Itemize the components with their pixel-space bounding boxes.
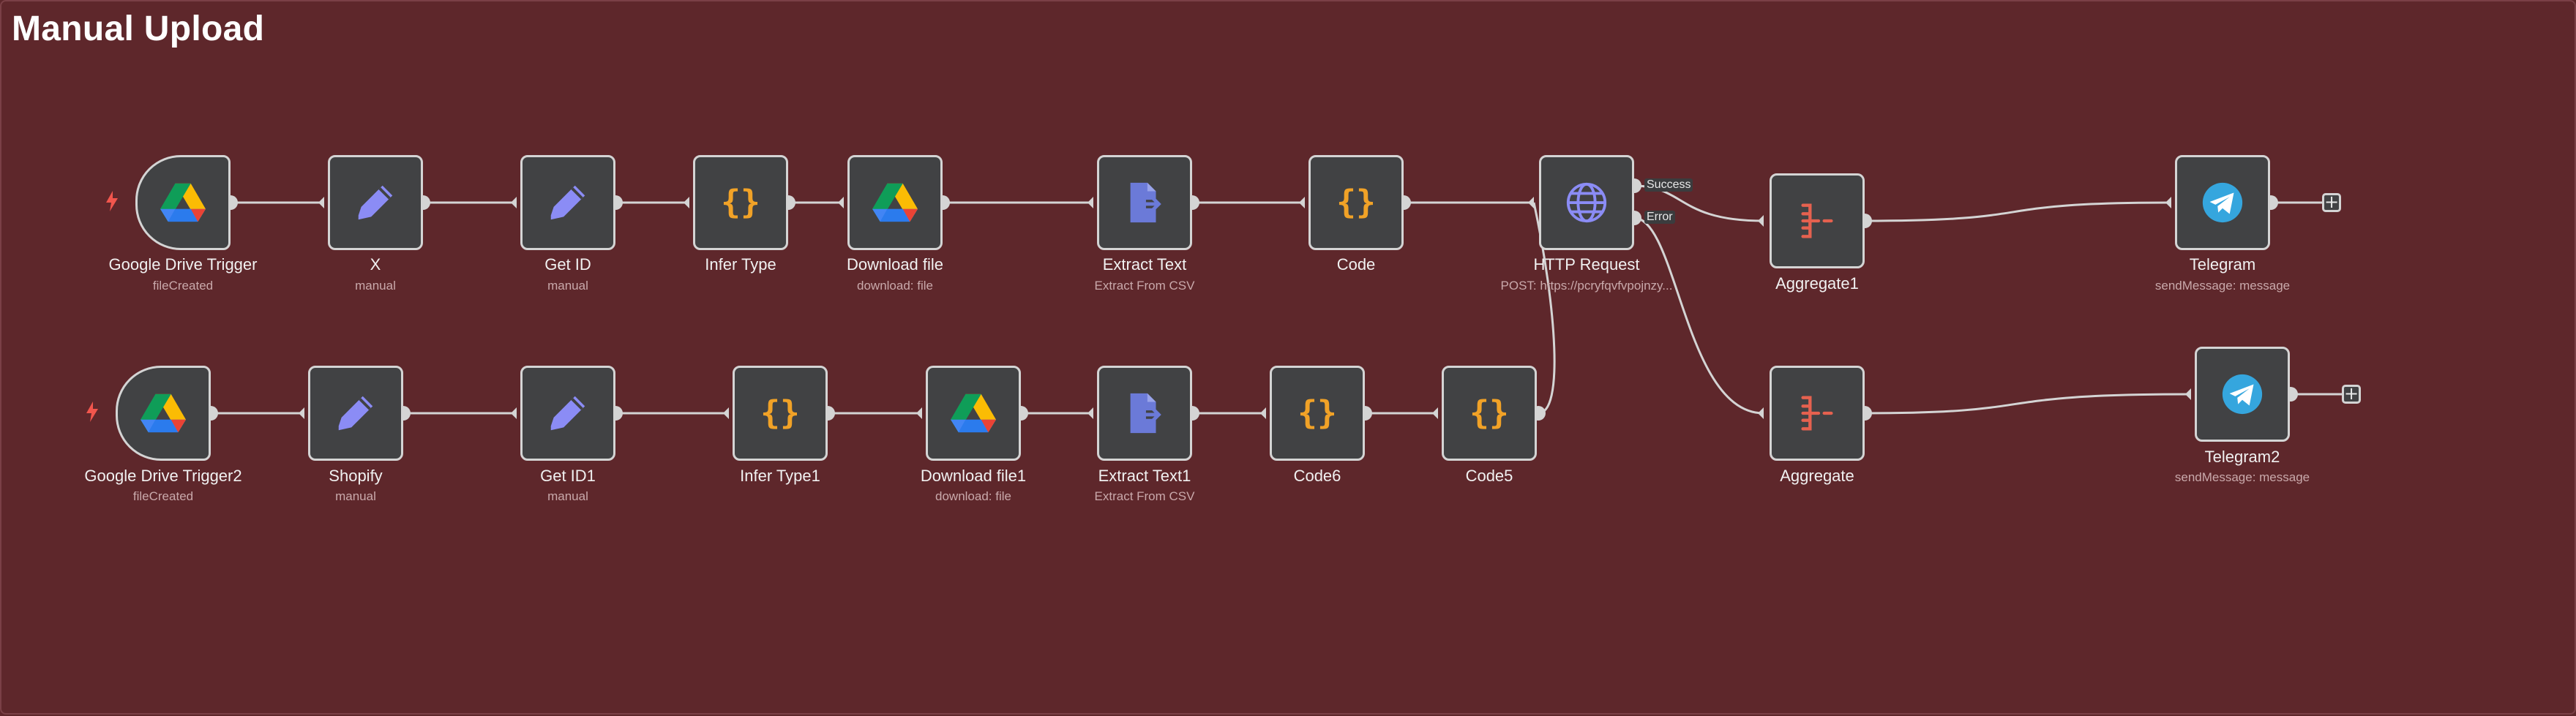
node-subtitle: Extract From CSV — [1094, 489, 1195, 503]
code-braces-icon — [1467, 391, 1512, 436]
node-infer-type1[interactable] — [733, 366, 828, 461]
node-subtitle: POST: https://pcryfqvfvpojnzy... — [1500, 279, 1673, 293]
node-telegram2[interactable] — [2195, 347, 2290, 442]
node-subtitle: manual — [547, 279, 588, 293]
node-label: Telegram2 — [2204, 448, 2280, 466]
node-label: HTTP Request — [1533, 255, 1640, 274]
node-download-file1[interactable] — [926, 366, 1021, 461]
add-node-button[interactable]: + — [2342, 385, 2361, 404]
code-braces-icon — [718, 180, 763, 225]
node-extract-text[interactable] — [1097, 155, 1192, 250]
node-download-file[interactable] — [847, 155, 943, 250]
node-infer-type[interactable] — [693, 155, 788, 250]
node-http-request[interactable] — [1539, 155, 1634, 250]
node-code5[interactable] — [1442, 366, 1537, 461]
node-label: Telegram — [2189, 255, 2256, 274]
node-subtitle: download: file — [857, 279, 933, 293]
pencil-icon — [353, 180, 398, 225]
add-node-button[interactable]: + — [2322, 193, 2341, 212]
workflow-canvas[interactable]: Manual Upload Google Drive Trigger fileC… — [0, 0, 2576, 715]
node-x[interactable] — [328, 155, 423, 250]
google-drive-icon — [951, 391, 996, 436]
trigger-bolt-icon — [105, 191, 119, 211]
edge-agg1-telegram — [1864, 201, 2172, 222]
file-export-icon — [1122, 180, 1167, 225]
success-port-label: Success — [1644, 178, 1693, 192]
globe-icon — [1564, 180, 1609, 225]
aggregate-icon — [1794, 391, 1840, 436]
node-google-drive-trigger2[interactable] — [116, 366, 211, 461]
node-label: Code5 — [1465, 467, 1513, 485]
pencil-icon — [545, 391, 591, 436]
node-aggregate1[interactable] — [1770, 173, 1865, 268]
node-subtitle: manual — [547, 489, 588, 503]
code-braces-icon — [1295, 391, 1340, 436]
node-aggregate[interactable] — [1770, 366, 1865, 461]
aggregate-icon — [1794, 198, 1840, 244]
telegram-icon — [2220, 372, 2265, 417]
trigger-bolt-icon — [85, 402, 100, 422]
node-subtitle: sendMessage: message — [2174, 470, 2310, 484]
node-label: Aggregate1 — [1775, 274, 1859, 293]
node-telegram[interactable] — [2175, 155, 2270, 250]
google-drive-icon — [141, 391, 186, 436]
node-google-drive-trigger[interactable] — [135, 155, 231, 250]
node-subtitle: sendMessage: message — [2154, 279, 2291, 293]
node-label: Code — [1336, 255, 1376, 274]
node-code[interactable] — [1308, 155, 1404, 250]
node-subtitle: Extract From CSV — [1094, 279, 1195, 293]
pencil-icon — [545, 180, 591, 225]
telegram-icon — [2200, 180, 2245, 225]
edge-http-error-agg — [1633, 216, 1764, 415]
error-port-label: Error — [1644, 211, 1675, 224]
node-label: Download file — [846, 255, 944, 274]
node-get-id[interactable] — [520, 155, 615, 250]
google-drive-icon — [872, 180, 918, 225]
pencil-icon — [333, 391, 378, 436]
google-drive-icon — [160, 180, 206, 225]
file-export-icon — [1122, 391, 1167, 436]
node-label: Aggregate — [1780, 467, 1854, 485]
node-code6[interactable] — [1270, 366, 1365, 461]
code-braces-icon — [757, 391, 803, 436]
code-braces-icon — [1333, 180, 1379, 225]
node-extract-text1[interactable] — [1097, 366, 1192, 461]
node-shopify[interactable] — [308, 366, 403, 461]
connections-layer — [203, 178, 2342, 421]
node-get-id1[interactable] — [520, 366, 615, 461]
edge-agg-telegram2 — [1864, 393, 2192, 415]
